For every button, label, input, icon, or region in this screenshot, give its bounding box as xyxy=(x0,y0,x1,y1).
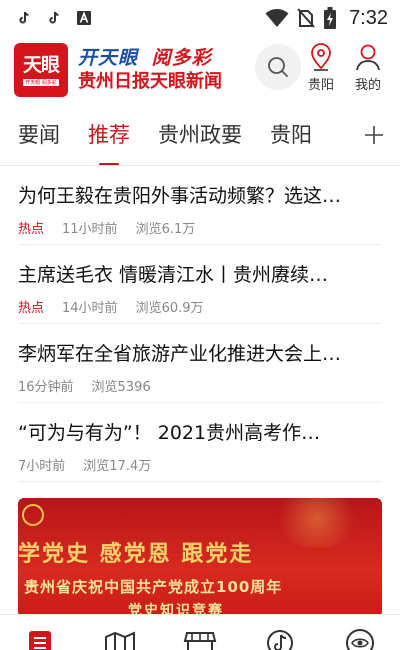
hot-badge: 热点 xyxy=(18,301,45,316)
tab-guiyang[interactable]: 贵阳 xyxy=(270,104,312,165)
news-views: 浏览6.1万 xyxy=(135,222,196,237)
search-icon xyxy=(268,57,288,77)
brand-name: 贵州日报天眼新闻 xyxy=(78,71,222,92)
news-title: “可为与有为”！ 2021贵州高考作… xyxy=(18,422,321,444)
news-time: 11小时前 xyxy=(62,222,118,237)
tab-more-button[interactable] xyxy=(330,104,400,165)
news-item[interactable]: 主席送毛衣 情暖清江水丨贵州赓续… 热点 14小时前 浏览60.9万 xyxy=(18,245,382,324)
map-icon xyxy=(105,631,135,650)
tab-guizhou-politics[interactable]: 贵州政要 xyxy=(158,104,242,165)
brand-slogan-b: 阅多彩 xyxy=(151,47,212,69)
user-icon xyxy=(356,44,380,71)
news-meta: 热点 11小时前 浏览6.1万 xyxy=(18,218,382,237)
news-views: 浏览60.9万 xyxy=(135,301,204,316)
nav-map[interactable] xyxy=(100,629,140,650)
tiktok-icon xyxy=(19,11,29,24)
bottom-nav xyxy=(0,614,400,650)
news-item[interactable]: 李炳军在全省旅游产业化推进大会上… 16分钟前 浏览5396 xyxy=(18,324,382,403)
news-meta: 7小时前 浏览17.4万 xyxy=(18,455,382,474)
font-icon xyxy=(77,11,91,25)
banner-headline: 学党史 感党恩 跟党走 xyxy=(18,541,254,567)
news-item[interactable]: 为何王毅在贵阳外事活动频繁？选这… 热点 11小时前 浏览6.1万 xyxy=(18,166,382,245)
tab-headlines[interactable]: 要闻 xyxy=(18,104,60,165)
clock: 7:32 xyxy=(349,6,388,29)
logo-sub: 开天眼 阅多彩 xyxy=(23,79,59,86)
hot-badge: 热点 xyxy=(18,222,45,237)
app-header: 天眼 开天眼 阅多彩 开天眼 阅多彩 贵州日报天眼新闻 贵阳 我的 xyxy=(0,36,400,104)
news-meta: 热点 14小时前 浏览60.9万 xyxy=(18,297,382,316)
nav-tianyan[interactable] xyxy=(340,629,380,650)
location-button[interactable]: 贵阳 xyxy=(308,42,334,93)
tab-recommended[interactable]: 推荐 xyxy=(88,104,130,165)
news-meta: 16分钟前 浏览5396 xyxy=(18,376,382,395)
news-list: 为何王毅在贵阳外事活动频繁？选这… 热点 11小时前 浏览6.1万 主席送毛衣 … xyxy=(0,166,400,482)
wifi-icon xyxy=(265,9,289,27)
profile-label: 我的 xyxy=(354,78,381,93)
news-item[interactable]: “可为与有为”！ 2021贵州高考作… 7小时前 浏览17.4万 xyxy=(18,403,382,482)
profile-button[interactable]: 我的 xyxy=(354,42,382,93)
party-emblem-icon xyxy=(22,504,44,526)
brand-slogan: 开天眼 阅多彩 xyxy=(78,46,222,70)
app-logo[interactable]: 天眼 开天眼 阅多彩 xyxy=(14,43,68,97)
brand-slogan-a: 开天眼 xyxy=(78,47,139,69)
news-views: 浏览17.4万 xyxy=(83,459,152,474)
nav-news[interactable] xyxy=(20,629,60,650)
news-title: 为何王毅在贵阳外事活动频繁？选这… xyxy=(18,185,342,207)
news-time: 7小时前 xyxy=(18,459,66,474)
tianyan-icon xyxy=(346,629,374,650)
news-icon xyxy=(29,631,51,650)
nav-music[interactable] xyxy=(260,629,300,650)
nav-shop[interactable] xyxy=(180,629,220,650)
news-views: 浏览5396 xyxy=(91,380,151,395)
brand-wordmark: 开天眼 阅多彩 贵州日报天眼新闻 xyxy=(78,46,222,94)
logo-text: 天眼 xyxy=(22,54,60,76)
music-icon xyxy=(267,630,293,650)
battery-icon xyxy=(324,7,337,29)
no-sim-icon xyxy=(297,8,315,28)
banner-subtitle: 贵州省庆祝中国共产党成立100周年 xyxy=(24,578,283,596)
location-label: 贵阳 xyxy=(308,78,335,93)
news-title: 李炳军在全省旅游产业化推进大会上… xyxy=(18,343,342,365)
tiktok-icon xyxy=(49,11,59,24)
channel-tabs: 要闻 推荐 贵州政要 贵阳 xyxy=(0,104,400,166)
location-pin-icon xyxy=(311,43,331,71)
news-title: 主席送毛衣 情暖清江水丨贵州赓续… xyxy=(18,264,329,286)
shop-icon xyxy=(183,632,217,650)
news-time: 14小时前 xyxy=(62,301,118,316)
news-time: 16分钟前 xyxy=(18,380,74,395)
promo-banner[interactable]: 学党史 感党恩 跟党走 贵州省庆祝中国共产党成立100周年 党史知识竞赛 xyxy=(18,498,382,618)
status-bar: 7:32 xyxy=(0,0,400,36)
search-button[interactable] xyxy=(255,44,301,90)
plus-icon xyxy=(365,126,383,144)
